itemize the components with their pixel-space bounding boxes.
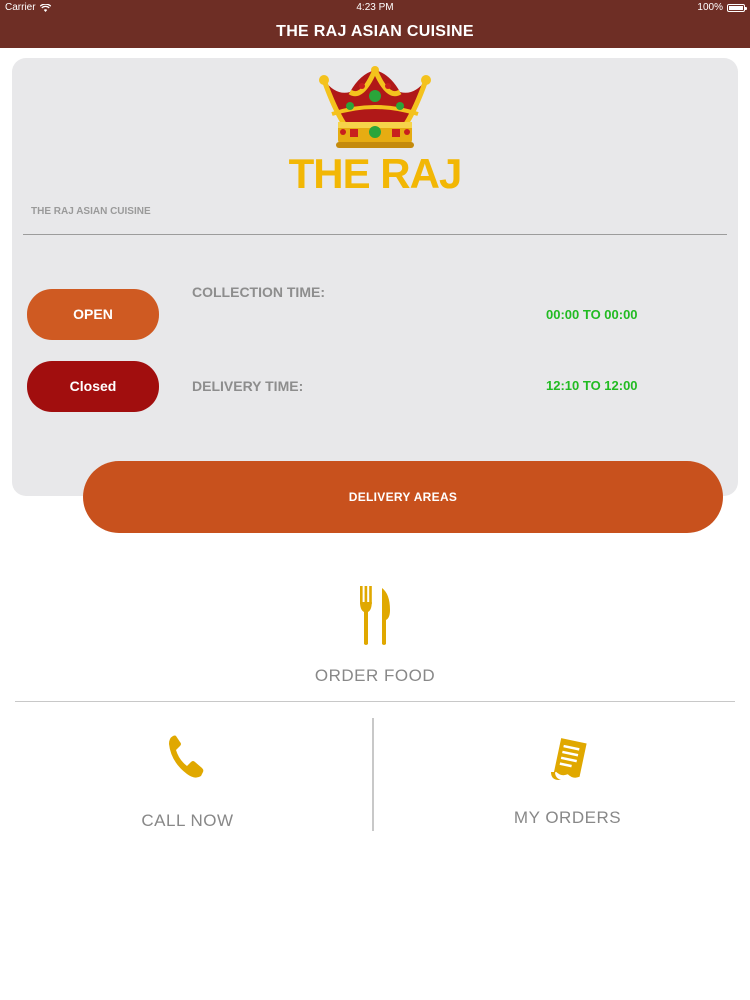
my-orders-button[interactable]: MY ORDERS xyxy=(475,725,660,835)
crown-icon xyxy=(319,66,431,148)
status-bar: Carrier 4:23 PM 100% xyxy=(0,0,750,16)
battery-icon xyxy=(727,3,747,12)
battery-percent: 100% xyxy=(697,2,723,13)
order-food-label: ORDER FOOD xyxy=(314,666,436,685)
battery-info: 100% xyxy=(697,2,747,13)
call-now-label: CALL NOW xyxy=(141,811,234,830)
delivery-areas-button[interactable]: DELIVERY AREAS xyxy=(83,461,723,533)
restaurant-subtitle: THE RAJ ASIAN CUISINE xyxy=(31,206,151,217)
page-title: THE RAJ ASIAN CUISINE xyxy=(276,23,474,40)
my-orders-label: MY ORDERS xyxy=(513,808,622,827)
collection-status-badge: OPEN xyxy=(27,289,159,340)
menu-divider-vertical xyxy=(372,718,374,831)
collection-time-value: 00:00 TO 00:00 xyxy=(546,307,638,322)
restaurant-info-card: THE RAJ THE RAJ ASIAN CUISINE OPEN Close… xyxy=(12,58,738,496)
menu-divider-horizontal xyxy=(15,701,735,702)
phone-icon xyxy=(169,735,204,778)
order-food-button[interactable]: ORDER FOOD xyxy=(250,580,500,690)
delivery-time-label: DELIVERY TIME: xyxy=(192,378,304,394)
delivery-time-value: 12:10 TO 12:00 xyxy=(546,378,638,393)
call-now-button[interactable]: CALL NOW xyxy=(100,725,275,835)
collection-time-label: COLLECTION TIME: xyxy=(192,284,325,300)
fork-knife-icon xyxy=(360,586,390,645)
brand-name: THE RAJ xyxy=(288,150,463,197)
receipt-icon xyxy=(551,738,587,780)
nav-bar: THE RAJ ASIAN CUISINE xyxy=(0,16,750,48)
status-time: 4:23 PM xyxy=(356,2,394,13)
delivery-status-badge: Closed xyxy=(27,361,159,412)
card-divider xyxy=(23,234,727,235)
